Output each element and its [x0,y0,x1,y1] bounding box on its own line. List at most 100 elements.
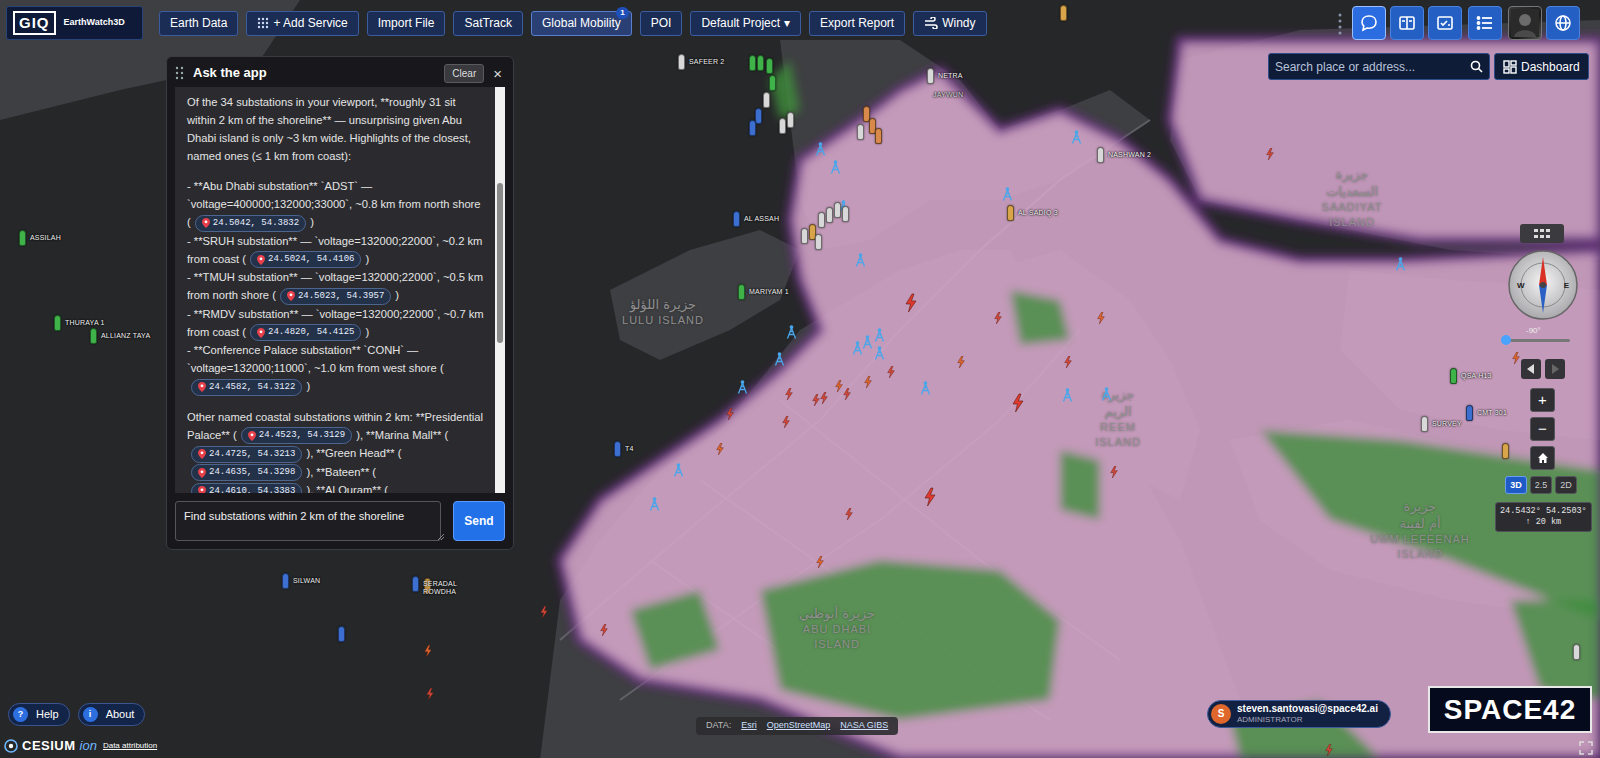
coordinate-chip[interactable]: 24.4635, 54.3298 [191,464,302,481]
tower-icon[interactable] [1071,130,1082,144]
lightning-icon[interactable] [1512,352,1520,364]
tilt-track[interactable] [1506,339,1570,342]
about-button[interactable]: iAbout [78,703,146,726]
lightning-icon[interactable] [812,394,820,406]
lightning-icon[interactable] [726,408,734,420]
tower-icon[interactable] [786,325,797,339]
vessel-icon[interactable] [766,58,773,74]
tower-icon[interactable] [874,346,885,360]
lightning-icon[interactable] [957,356,965,368]
tower-icon[interactable] [852,341,863,355]
layers-button[interactable] [1520,224,1564,243]
close-button[interactable]: × [492,65,503,82]
tower-icon[interactable] [774,352,785,366]
compass[interactable]: WE [1507,249,1579,321]
vessel-icon[interactable] [818,212,825,228]
vessel-icon[interactable] [1421,416,1428,432]
vessel-icon[interactable] [763,92,770,108]
rotate-left-button[interactable] [1521,359,1541,379]
app-logo[interactable]: GIQEarthWatch3D [6,6,143,40]
zoom-out-button[interactable]: − [1530,417,1555,441]
tower-icon[interactable] [855,253,866,267]
lightning-icon[interactable] [905,293,917,313]
tool-button[interactable] [1428,6,1462,40]
lightning-icon[interactable] [426,688,434,700]
vessel-icon[interactable] [749,120,756,136]
coordinate-chip[interactable]: 24.5023, 54.3957 [280,288,391,305]
rotate-right-button[interactable] [1545,359,1565,379]
source-link[interactable]: NASA GIBS [840,719,888,733]
tool-button[interactable] [1468,6,1502,40]
dashboard-button[interactable]: Dashboard [1494,53,1589,80]
fullscreen-button[interactable] [1579,738,1595,754]
vessel-icon[interactable] [54,315,61,331]
vessel-icon[interactable] [1466,405,1473,421]
lightning-icon[interactable] [600,624,608,636]
coordinate-chip[interactable]: 24.4725, 54.3213 [191,446,302,463]
tool-button[interactable] [1352,6,1386,40]
lightning-icon[interactable] [1110,466,1118,478]
lightning-icon[interactable] [1012,393,1024,413]
tilt-knob[interactable] [1501,335,1511,345]
coordinate-chip[interactable]: 24.5042, 54.3832 [195,215,306,232]
lightning-icon[interactable] [785,388,793,400]
coordinate-chip[interactable]: 24.4820, 54.4125 [250,324,361,341]
vessel-icon[interactable] [412,576,419,592]
tool-button[interactable] [1546,6,1580,40]
tower-icon[interactable] [874,328,885,342]
vessel-icon[interactable] [1007,205,1014,221]
search-field[interactable]: Search place or address... [1268,53,1490,80]
lightning-icon[interactable] [782,416,790,428]
vessel-icon[interactable] [1097,147,1104,163]
coordinate-chip[interactable]: 24.4610, 54.3383 [191,483,302,493]
view-mode-button[interactable]: 3D [1505,476,1527,494]
toolbar-button[interactable]: Global Mobility1 [531,11,632,36]
tower-icon[interactable] [920,381,931,395]
vessel-icon[interactable] [769,75,776,91]
toolbar-button[interactable]: Export Report [809,11,905,36]
vessel-icon[interactable] [338,626,345,642]
lightning-icon[interactable] [1325,744,1333,756]
lightning-icon[interactable] [924,487,936,507]
tower-icon[interactable] [1101,387,1112,401]
vessel-icon[interactable] [834,202,841,218]
toolbar-button[interactable]: Earth Data [159,11,238,36]
tower-icon[interactable] [737,380,748,394]
vessel-icon[interactable] [1502,443,1509,459]
lightning-icon[interactable] [540,606,548,618]
lightning-icon[interactable] [820,392,828,404]
toolbar-button[interactable]: POI [640,11,683,36]
lightning-icon[interactable] [843,388,851,400]
view-mode-button[interactable]: 2.5 [1530,476,1552,494]
toolbar-button[interactable]: Windy [913,11,986,36]
vessel-icon[interactable] [826,207,833,223]
chat-input[interactable]: Find substations within 2 km of the shor… [175,501,441,541]
source-link[interactable]: OpenStreetMap [767,719,831,733]
tower-icon[interactable] [862,335,873,349]
vessel-icon[interactable] [787,112,794,128]
tower-icon[interactable] [830,160,841,174]
lightning-icon[interactable] [835,380,843,392]
vessel-icon[interactable] [927,68,934,84]
attribution-link[interactable]: Data attribution [103,740,157,752]
vessel-icon[interactable] [842,206,849,222]
source-link[interactable]: Esri [741,719,757,733]
tool-button[interactable] [1508,6,1542,40]
lightning-icon[interactable] [1266,148,1274,160]
lightning-icon[interactable] [994,312,1002,324]
tower-icon[interactable] [673,463,684,477]
vessel-icon[interactable] [801,228,808,244]
lightning-icon[interactable] [716,443,724,455]
vessel-icon[interactable] [875,128,882,144]
tool-button[interactable] [1390,6,1424,40]
toolbar-button[interactable]: Default Project▾ [690,11,801,36]
send-button[interactable]: Send [453,501,505,541]
lightning-icon[interactable] [1064,356,1072,368]
home-button[interactable] [1530,446,1555,470]
tower-icon[interactable] [649,497,660,511]
vessel-icon[interactable] [19,230,26,246]
lightning-icon[interactable] [887,366,895,378]
vessel-icon[interactable] [738,284,745,300]
toolbar-button[interactable]: SatTrack [453,11,523,36]
vessel-icon[interactable] [282,573,289,589]
